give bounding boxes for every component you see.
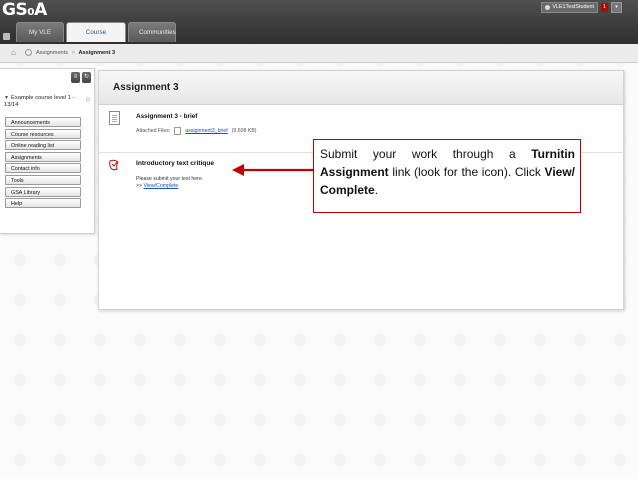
breadcrumb-item-assignments[interactable]: Assignments — [36, 50, 68, 56]
main-tabs: My VLE Course Catalogue Communities — [16, 22, 176, 56]
course-menu-sidebar: ≡ ↻ ▼ Example course level 1 - 13/14 ⌂ An… — [0, 68, 95, 234]
menu-item-help[interactable]: Help — [5, 198, 81, 209]
course-home-icon[interactable]: ⌂ — [86, 96, 90, 103]
sidebar-tools: ≡ ↻ — [71, 72, 91, 83]
menu-item-announcements[interactable]: Announcements — [5, 117, 81, 127]
gear-icon[interactable] — [25, 49, 32, 56]
view-complete-row: >> View/Complete — [136, 183, 178, 189]
breadcrumb-separator: > — [71, 50, 75, 56]
folder-view-icon[interactable]: ≡ — [71, 72, 80, 83]
callout-text-3: . — [374, 183, 379, 197]
attached-files-row: Attached Files: assignment3_brief (9.608… — [136, 127, 257, 135]
menu-item-assignments[interactable]: Assignments — [5, 151, 81, 162]
view-complete-link[interactable]: View/Complete — [144, 183, 179, 189]
file-size: (9.608 KB) — [231, 128, 257, 134]
menu-item-online-reading-list[interactable]: Online reading list — [5, 140, 81, 151]
user-menu[interactable]: VLE1TestStudent — [541, 2, 598, 13]
user-icon — [545, 5, 551, 10]
tab-my-vle[interactable]: My VLE — [16, 22, 64, 42]
notification-badge[interactable]: 1 — [601, 3, 608, 12]
item-title: Assignment 3 - brief — [136, 113, 198, 120]
menu-item-tools[interactable]: Tools — [5, 174, 81, 185]
item-title: Introductory text critique — [136, 160, 215, 167]
breadcrumb-item-current: Assignment 3 — [78, 50, 116, 56]
home-icon[interactable]: ⌂ — [11, 48, 16, 57]
course-menu: Announcements Course resources Online re… — [5, 117, 81, 210]
callout-arrow — [232, 164, 314, 176]
course-title[interactable]: ▼ Example course level 1 - 13/14 — [4, 95, 90, 109]
turnitin-icon — [109, 159, 119, 171]
attached-file-link[interactable]: assignment3_brief — [185, 128, 227, 134]
page-title: Assignment 3 — [113, 82, 179, 93]
course-title-label: Example course level 1 - 13/14 — [4, 95, 75, 108]
refresh-icon[interactable]: ↻ — [82, 72, 91, 83]
link-prefix: >> — [136, 183, 143, 189]
callout-text-1: Submit your work through a — [320, 147, 532, 161]
menu-item-course-resources[interactable]: Course resources — [5, 128, 81, 139]
menu-item-gsa-library[interactable]: GSA Library — [5, 186, 81, 197]
user-name-label: VLE1TestStudent — [552, 4, 594, 10]
top-bar: GS₀A My VLE Course Catalogue Communities… — [0, 0, 638, 56]
callout-text-2: link (look for the icon). Click — [388, 165, 545, 179]
collapse-arrow-icon[interactable]: ▼ — [4, 95, 9, 101]
gsa-logo[interactable]: GS₀A — [2, 0, 47, 20]
user-area: VLE1TestStudent 1 ▾ — [541, 2, 622, 13]
document-icon — [109, 111, 120, 125]
page-title-bar: Assignment 3 — [99, 71, 623, 105]
file-icon — [174, 127, 182, 135]
item-description: Please submit your text here. — [136, 176, 204, 182]
home-icon[interactable] — [3, 33, 10, 40]
tab-communities[interactable]: Communities — [128, 22, 176, 42]
attached-files-label: Attached Files: — [136, 128, 171, 134]
menu-item-contact-info[interactable]: Contact info — [5, 163, 81, 174]
breadcrumb: Assignments > Assignment 3 — [36, 50, 115, 56]
tab-course-catalogue[interactable]: Course Catalogue — [66, 22, 126, 56]
instruction-callout: Submit your work through a Turnitin Assi… — [313, 139, 581, 213]
breadcrumb-bar: ⌂ Assignments > Assignment 3 — [0, 44, 638, 63]
chevron-down-icon[interactable]: ▾ — [611, 2, 622, 13]
